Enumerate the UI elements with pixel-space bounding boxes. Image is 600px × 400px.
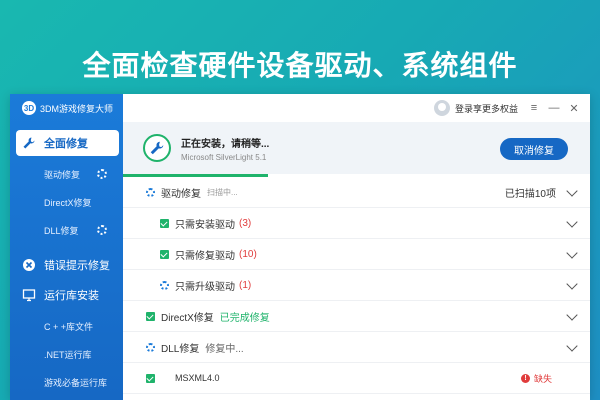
avatar[interactable]	[433, 100, 450, 116]
item-state: 修复中...	[205, 343, 244, 355]
list-item-install-driver[interactable]: 只需安装驱动 (3)	[123, 208, 590, 239]
list-item-repair-driver[interactable]: 只需修复驱动 (10)	[123, 239, 590, 270]
item-label: 驱动修复	[161, 188, 201, 200]
cancel-repair-button[interactable]: 取消修复	[500, 138, 568, 160]
chevron-down-icon[interactable]	[566, 340, 578, 352]
sidebar-item-cpp-library[interactable]: C + +库文件	[10, 312, 123, 340]
missing-label: 缺失	[533, 373, 552, 384]
loading-spinner-icon	[97, 169, 107, 179]
checkbox-checked-icon[interactable]	[159, 249, 169, 259]
monitor-icon	[22, 288, 36, 302]
sidebar-item-label: 全面修复	[44, 138, 88, 150]
sidebar-item-dotnet-runtime[interactable]: .NET运行库	[10, 340, 123, 368]
loading-spinner-icon	[159, 280, 169, 290]
install-status-panel: 正在安装，请稍等... Microsoft SilverLight 5.1 取消…	[123, 122, 590, 174]
repair-list: 驱动修复 扫描中... 已扫描10项 只需安装驱动 (3) 只需修复驱动 (10…	[123, 177, 590, 394]
banner-title: 全面检查硬件设备驱动、系统组件	[82, 49, 518, 82]
missing-status: ! 缺失	[520, 372, 552, 385]
x-circle-icon	[22, 258, 36, 272]
sidebar-item-label: DirectX修复	[44, 197, 92, 208]
list-item-directx-repair[interactable]: DirectX修复 已完成修复	[123, 301, 590, 332]
status-subtitle: Microsoft SilverLight 5.1	[181, 152, 267, 162]
sidebar-item-runtime-install[interactable]: 运行库安装	[16, 282, 119, 308]
chevron-down-icon[interactable]	[566, 247, 578, 259]
minimize-icon[interactable]: —	[546, 102, 562, 114]
sidebar-item-full-repair[interactable]: 全面修复	[16, 130, 119, 156]
sidebar-item-game-runtime[interactable]: 游戏必备运行库	[10, 368, 123, 396]
item-state: 已完成修复	[219, 312, 270, 324]
item-label: 只需升级驱动	[175, 281, 235, 293]
app-title-bar: 3D 3DM游戏修复大师	[10, 94, 123, 122]
checkbox-checked-icon[interactable]	[145, 311, 155, 321]
sidebar-item-error-repair[interactable]: 错误提示修复	[16, 252, 119, 278]
loading-spinner-icon	[97, 225, 107, 235]
list-item-upgrade-driver[interactable]: 只需升级驱动 (1)	[123, 270, 590, 301]
sidebar-item-label: 游戏必备运行库	[44, 377, 108, 388]
alert-icon: !	[520, 373, 530, 383]
sidebar-item-label: C + +库文件	[44, 321, 94, 332]
sidebar-item-dll-repair[interactable]: DLL修复	[10, 216, 123, 244]
app-logo: 3D	[22, 101, 36, 115]
item-label: 只需修复驱动	[175, 250, 235, 262]
title-bar: 登录享更多权益 ≡ — ✕	[123, 94, 590, 122]
list-item-dll-repair[interactable]: DLL修复 修复中...	[123, 332, 590, 363]
login-link[interactable]: 登录享更多权益	[455, 102, 518, 115]
app-title: 3DM游戏修复大师	[40, 103, 114, 114]
wrench-icon	[22, 136, 36, 150]
status-title: 正在安装，请稍等...	[181, 138, 270, 150]
menu-icon[interactable]: ≡	[526, 102, 542, 114]
item-state: 扫描中...	[207, 187, 238, 197]
item-count: (3)	[239, 217, 252, 229]
chevron-down-icon[interactable]	[566, 185, 578, 197]
sidebar-item-driver-repair[interactable]: 驱动修复	[10, 160, 123, 188]
chevron-down-icon[interactable]	[566, 278, 578, 290]
sidebar-item-label: 错误提示修复	[44, 260, 110, 272]
list-item-msxml[interactable]: MSXML4.0 ! 缺失	[123, 363, 590, 394]
sidebar-item-label: 驱动修复	[44, 169, 81, 180]
sidebar-item-label: 运行库安装	[44, 290, 99, 302]
item-label: DirectX修复	[161, 312, 214, 324]
sidebar-item-directx-repair[interactable]: DirectX修复	[10, 188, 123, 216]
checkbox-checked-icon[interactable]	[159, 218, 169, 228]
wrench-icon	[143, 134, 171, 162]
checkbox-checked-icon[interactable]	[145, 373, 155, 383]
sidebar-item-label: DLL修复	[44, 225, 79, 236]
chevron-down-icon[interactable]	[566, 216, 578, 228]
loading-spinner-icon	[145, 187, 155, 197]
app-window: 3D 3DM游戏修复大师 全面修复 驱动修复 DirectX修复 DLL修复 错…	[10, 94, 590, 400]
chevron-down-icon[interactable]	[566, 309, 578, 321]
item-count: (1)	[239, 279, 252, 291]
item-label: 只需安装驱动	[175, 219, 235, 231]
item-count: (10)	[239, 248, 257, 260]
scan-count: 已扫描10项	[504, 188, 556, 200]
item-label: DLL修复	[161, 343, 200, 355]
sidebar-item-label: .NET运行库	[44, 349, 92, 360]
item-label: MSXML4.0	[175, 373, 220, 383]
list-item-driver-repair[interactable]: 驱动修复 扫描中... 已扫描10项	[123, 177, 590, 208]
sidebar: 3D 3DM游戏修复大师 全面修复 驱动修复 DirectX修复 DLL修复 错…	[10, 94, 123, 400]
close-icon[interactable]: ✕	[566, 102, 582, 115]
loading-spinner-icon	[145, 342, 155, 352]
